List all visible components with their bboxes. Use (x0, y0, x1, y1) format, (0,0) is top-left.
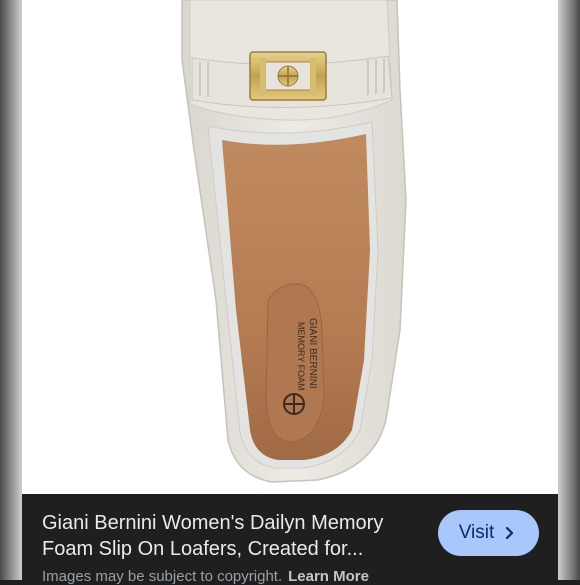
loafer-illustration: GIANI BERNINI MEMORY FOAM (181, 0, 407, 483)
right-bezel (558, 0, 580, 580)
chevron-right-icon (506, 526, 514, 540)
visit-button[interactable]: Visit (438, 510, 539, 556)
insole-brand-text: GIANI BERNINI (307, 318, 318, 389)
result-info-panel: Giani Bernini Women's Dailyn Memory Foam… (22, 494, 558, 585)
product-title[interactable]: Giani Bernini Women's Dailyn Memory Foam… (42, 510, 422, 562)
learn-more-link[interactable]: Learn More (288, 568, 369, 585)
copyright-notice: Images may be subject to copyright. Learn… (42, 568, 369, 585)
product-title-line1: Giani Bernini Women's Dailyn Memory (42, 512, 384, 534)
visit-label: Visit (458, 522, 495, 543)
product-title-line2: Foam Slip On Loafers, Created for... (42, 538, 364, 560)
left-bezel (0, 0, 22, 580)
copyright-text: Images may be subject to copyright. (42, 568, 283, 585)
buckle-hardware (249, 51, 327, 101)
insole-subtitle-text: MEMORY FOAM (296, 322, 306, 391)
insole-logo (283, 393, 305, 415)
product-image[interactable]: GIANI BERNINI MEMORY FOAM (22, 0, 558, 494)
